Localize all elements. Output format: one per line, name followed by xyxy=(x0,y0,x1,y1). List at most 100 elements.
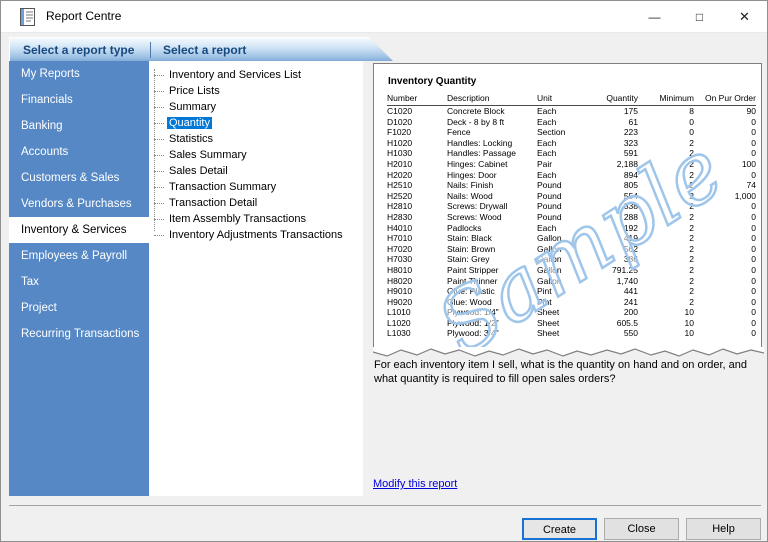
report-item-statistics[interactable]: Statistics xyxy=(149,131,363,147)
create-button[interactable]: Create xyxy=(522,518,597,540)
table-cell: 0 xyxy=(638,117,694,128)
sidebar-item-customers-sales[interactable]: Customers & Sales xyxy=(9,165,149,191)
report-item-transaction-detail[interactable]: Transaction Detail xyxy=(149,195,363,211)
sidebar-item-employees-payroll[interactable]: Employees & Payroll xyxy=(9,243,149,269)
report-item-inventory-and-services-list[interactable]: Inventory and Services List xyxy=(149,67,363,83)
table-cell: 10 xyxy=(638,307,694,318)
table-cell: Section xyxy=(537,127,583,138)
table-cell: Hinges: Cabinet xyxy=(447,159,537,170)
sidebar-item-inventory-services[interactable]: Inventory & Services xyxy=(9,217,149,243)
report-item-quantity[interactable]: Quantity xyxy=(149,115,363,131)
table-cell: Pound xyxy=(537,191,583,202)
table-cell: H9020 xyxy=(387,297,447,308)
table-cell: 2 xyxy=(638,148,694,159)
column-header-minimum: Minimum xyxy=(638,92,694,105)
report-item-transaction-summary[interactable]: Transaction Summary xyxy=(149,179,363,195)
table-cell: H7030 xyxy=(387,254,447,265)
table-cell: H4010 xyxy=(387,223,447,234)
tab-select-report: Select a report xyxy=(163,43,246,57)
table-cell: 441 xyxy=(583,286,638,297)
table-cell: 2 xyxy=(638,297,694,308)
preview-table-header: NumberDescriptionUnitQuantityMinimumOn P… xyxy=(387,92,756,106)
table-cell: 0 xyxy=(694,127,756,138)
table-row: H9020Glue: WoodPint24120 xyxy=(387,297,756,308)
sidebar-item-project[interactable]: Project xyxy=(9,295,149,321)
table-row: H7020Stain: BrownGallon56220 xyxy=(387,244,756,255)
table-cell: 0 xyxy=(694,254,756,265)
table-cell: 791.25 xyxy=(583,265,638,276)
table-cell: Stain: Black xyxy=(447,233,537,244)
close-window-button[interactable]: ✕ xyxy=(722,1,767,33)
table-cell: 2 xyxy=(638,201,694,212)
column-header-unit: Unit xyxy=(537,92,583,105)
table-cell: 605.5 xyxy=(583,318,638,329)
table-cell: H1020 xyxy=(387,138,447,149)
table-cell: H7020 xyxy=(387,244,447,255)
window-controls: — □ ✕ xyxy=(632,1,767,33)
table-cell: 175 xyxy=(583,106,638,117)
table-cell: 2 xyxy=(638,233,694,244)
table-cell: H2830 xyxy=(387,212,447,223)
report-item-price-lists[interactable]: Price Lists xyxy=(149,83,363,99)
minimize-button[interactable]: — xyxy=(632,1,677,33)
table-cell: C1020 xyxy=(387,106,447,117)
table-cell: 0 xyxy=(694,318,756,329)
table-cell: F1020 xyxy=(387,127,447,138)
table-cell: H2810 xyxy=(387,201,447,212)
report-item-item-assembly-transactions[interactable]: Item Assembly Transactions xyxy=(149,211,363,227)
table-cell: 0 xyxy=(694,201,756,212)
table-cell: 2 xyxy=(638,265,694,276)
table-cell: Sheet xyxy=(537,307,583,318)
report-item-inventory-adjustments-transactions[interactable]: Inventory Adjustments Transactions xyxy=(149,227,363,243)
table-cell: Pound xyxy=(537,201,583,212)
sidebar-item-accounts[interactable]: Accounts xyxy=(9,139,149,165)
report-item-sales-detail[interactable]: Sales Detail xyxy=(149,163,363,179)
report-centre-window: Report Centre — □ ✕ Select a report type… xyxy=(0,0,768,542)
sidebar-item-my-reports[interactable]: My Reports xyxy=(9,61,149,87)
table-row: H7010Stain: BlackGallon41920 xyxy=(387,233,756,244)
modify-report-link[interactable]: Modify this report xyxy=(373,478,457,490)
help-button[interactable]: Help xyxy=(686,518,761,540)
table-cell: Plywood: 3/4" xyxy=(447,328,537,339)
report-item-summary[interactable]: Summary xyxy=(149,99,363,115)
table-cell: Each xyxy=(537,223,583,234)
table-cell: L1030 xyxy=(387,328,447,339)
sidebar-item-tax[interactable]: Tax xyxy=(9,269,149,295)
table-cell: 2 xyxy=(638,159,694,170)
table-cell: Screws: Wood xyxy=(447,212,537,223)
table-row: H8010Paint StripperGallon791.2520 xyxy=(387,265,756,276)
table-cell: 0 xyxy=(694,233,756,244)
sidebar-item-vendors-purchases[interactable]: Vendors & Purchases xyxy=(9,191,149,217)
table-cell: 562 xyxy=(583,244,638,255)
table-row: H2830Screws: WoodPound28820 xyxy=(387,212,756,223)
table-cell: Plywood: 1/4" xyxy=(447,307,537,318)
table-cell: H2020 xyxy=(387,170,447,181)
sidebar-item-banking[interactable]: Banking xyxy=(9,113,149,139)
close-button[interactable]: Close xyxy=(604,518,679,540)
table-row: H2510Nails: FinishPound805274 xyxy=(387,180,756,191)
sidebar-item-financials[interactable]: Financials xyxy=(9,87,149,113)
sidebar-item-recurring-transactions[interactable]: Recurring Transactions xyxy=(9,321,149,347)
table-row: H8020Paint ThinnerGallon1,74020 xyxy=(387,276,756,287)
table-cell: L1010 xyxy=(387,307,447,318)
table-cell: Each xyxy=(537,106,583,117)
report-item-sales-summary[interactable]: Sales Summary xyxy=(149,147,363,163)
table-cell: H2520 xyxy=(387,191,447,202)
report-item-label: Summary xyxy=(167,101,218,113)
titlebar: Report Centre — □ ✕ xyxy=(1,1,767,33)
table-cell: 0 xyxy=(694,297,756,308)
table-cell: 2 xyxy=(638,212,694,223)
bottom-separator xyxy=(9,505,761,506)
maximize-button[interactable]: □ xyxy=(677,1,722,33)
report-item-label: Statistics xyxy=(167,133,215,145)
table-cell: Pint xyxy=(537,297,583,308)
table-cell: 2 xyxy=(638,191,694,202)
table-cell: Fence xyxy=(447,127,537,138)
tab-header: Select a report type Select a report xyxy=(9,37,393,61)
table-cell: 0 xyxy=(694,265,756,276)
report-item-label: Inventory Adjustments Transactions xyxy=(167,229,345,241)
table-cell: 0 xyxy=(694,138,756,149)
table-cell: Pint xyxy=(537,286,583,297)
report-item-label: Sales Detail xyxy=(167,165,230,177)
table-cell: 241 xyxy=(583,297,638,308)
